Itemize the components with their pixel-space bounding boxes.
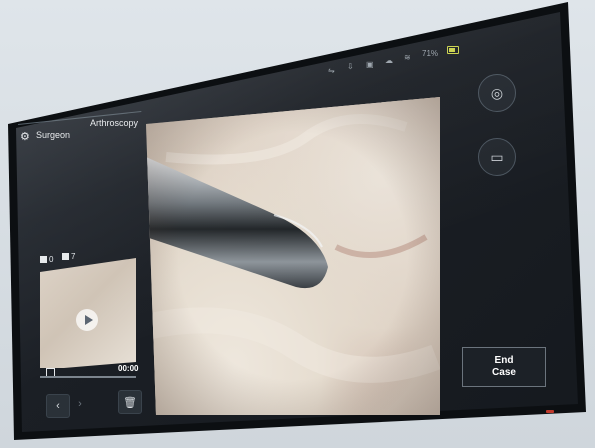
end-case-button[interactable]: End Case — [462, 347, 546, 387]
download-icon: ⇩ — [347, 62, 354, 71]
video-camera-icon: ▭ — [490, 148, 504, 165]
battery-icon — [447, 46, 459, 54]
battery-percent: 71% — [422, 49, 439, 58]
video-count: 7 — [62, 252, 75, 261]
video-file-icon — [62, 253, 69, 260]
wifi-icon: ≋ — [404, 53, 411, 62]
storage-icon: ▣ — [366, 60, 374, 69]
end-case-line1: End — [494, 355, 514, 366]
capture-photo-button[interactable]: ◎ — [478, 74, 516, 112]
thumbnail-progress-bar — [40, 376, 136, 378]
settings-gear-icon[interactable]: ⚙ — [20, 130, 30, 143]
cloud-icon: ☁ — [385, 56, 393, 65]
delete-button[interactable]: 🗑 — [118, 390, 142, 414]
usb-icon: ⇋ — [328, 66, 335, 75]
trash-icon: 🗑 — [123, 396, 137, 409]
power-led — [546, 410, 554, 413]
video-vignette — [146, 97, 440, 415]
thumbnail-duration: 00:00 — [118, 364, 139, 373]
camera-icon: ◎ — [490, 84, 504, 101]
tab-surgeon[interactable]: Surgeon — [36, 130, 70, 140]
end-case-line2: Case — [492, 367, 516, 378]
photo-count-value: 0 — [49, 255, 54, 264]
photo-icon — [40, 256, 47, 263]
previous-button[interactable]: ‹ — [46, 394, 70, 418]
photo-count: 0 — [40, 255, 53, 264]
play-icon[interactable] — [76, 309, 98, 331]
video-count-value: 7 — [71, 252, 76, 261]
live-video-feed — [146, 97, 440, 415]
record-video-button[interactable]: ▭ — [478, 138, 516, 176]
tab-procedure[interactable]: Arthroscopy — [90, 118, 138, 128]
next-button[interactable]: › — [68, 392, 92, 416]
